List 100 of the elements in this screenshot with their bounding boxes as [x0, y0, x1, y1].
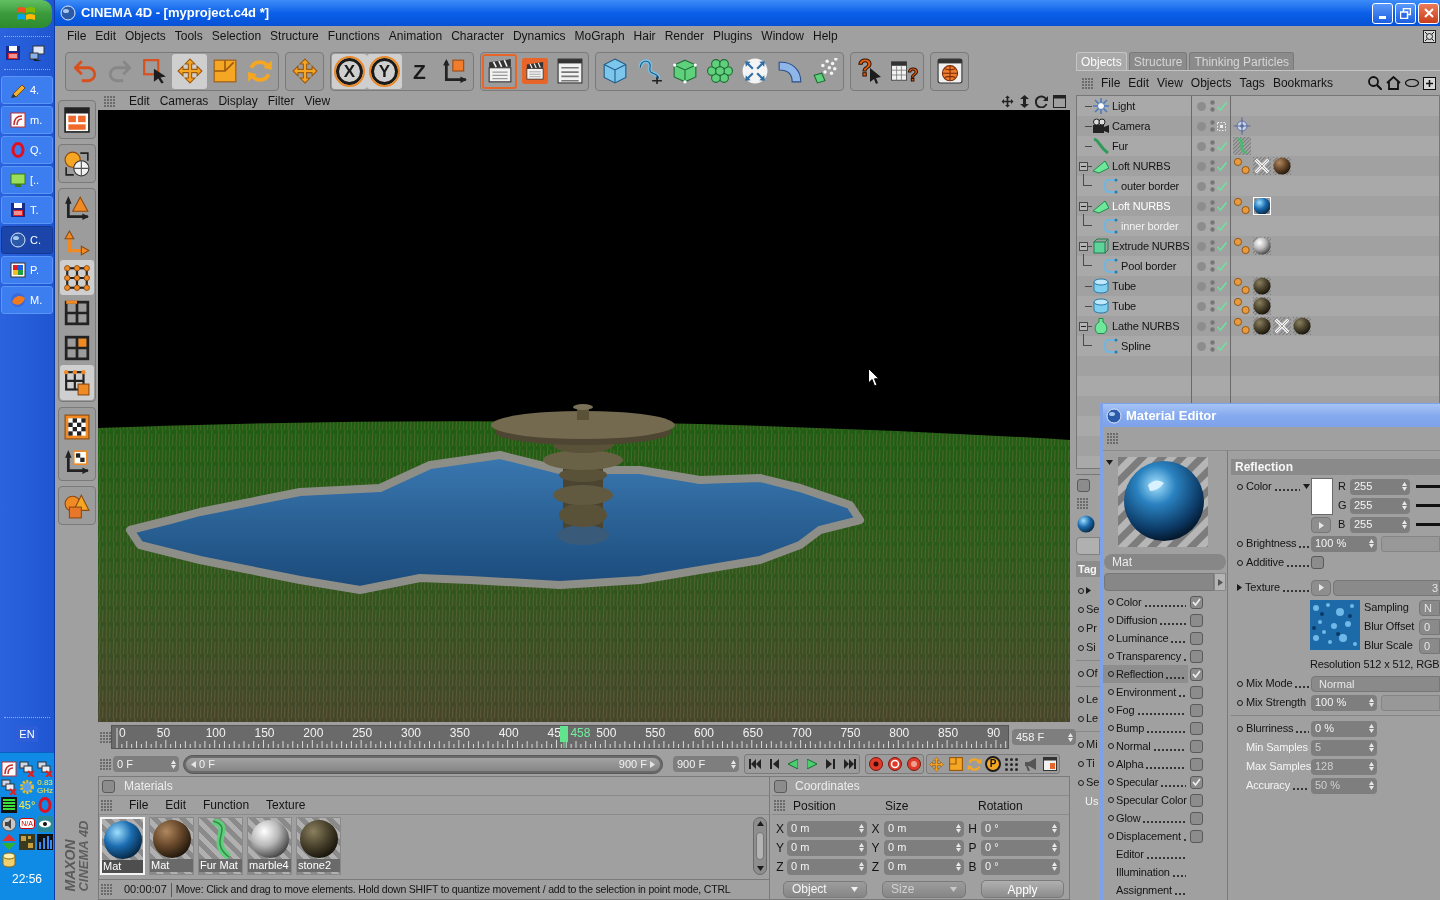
- checkbox[interactable]: [1190, 757, 1203, 771]
- sphere-tag-icon[interactable]: [1253, 197, 1271, 215]
- home-icon[interactable]: [1386, 76, 1401, 90]
- channel-item[interactable]: Illumination: [1103, 863, 1188, 881]
- bar-chart-icon[interactable]: [37, 833, 53, 850]
- point-key-button[interactable]: [1002, 755, 1021, 773]
- checkbox[interactable]: [1190, 811, 1203, 825]
- clock[interactable]: 22:56: [12, 870, 42, 888]
- end-frame-field[interactable]: 900 F: [673, 756, 739, 772]
- object-mode-button[interactable]: [59, 365, 94, 400]
- checkmark-icon[interactable]: [1217, 181, 1227, 191]
- menu-item[interactable]: Objects: [125, 27, 166, 45]
- collapse-icon[interactable]: [1079, 201, 1088, 211]
- taskbar-button[interactable]: P.: [1, 256, 53, 284]
- arrow-button[interactable]: [1311, 579, 1331, 596]
- coordinate-field[interactable]: 0 m: [884, 839, 964, 856]
- menu-item[interactable]: File: [67, 27, 87, 45]
- maximize-view-icon[interactable]: [1053, 94, 1066, 108]
- render-view-button[interactable]: [482, 53, 517, 89]
- coordinate-field[interactable]: 0 °: [981, 820, 1060, 837]
- object-name[interactable]: Loft NURBS: [1112, 157, 1171, 175]
- stacked-dots-icon[interactable]: [1210, 100, 1215, 112]
- channel-item[interactable]: Bump: [1103, 719, 1188, 737]
- object-name[interactable]: Pool border: [1121, 257, 1177, 275]
- checkbox[interactable]: [1190, 703, 1203, 717]
- object-name[interactable]: Spline: [1121, 337, 1151, 355]
- channel-item[interactable]: Transparency: [1103, 647, 1188, 665]
- axis-lock-button[interactable]: X: [332, 53, 367, 89]
- menu-item[interactable]: Cameras: [159, 92, 209, 110]
- stacked-dots-icon[interactable]: [1210, 320, 1215, 332]
- grip-icon[interactable]: [1082, 77, 1093, 89]
- menu-item[interactable]: Functions: [327, 27, 380, 45]
- material-swatch[interactable]: stone2: [296, 817, 341, 875]
- curve-tag-icon[interactable]: [1233, 137, 1251, 155]
- taskbar-button[interactable]: T.: [1, 196, 53, 224]
- input-field[interactable]: [1104, 573, 1214, 591]
- coordinate-field[interactable]: 0 °: [981, 858, 1060, 875]
- move-tool-button[interactable]: [172, 53, 207, 89]
- menu-item[interactable]: Dynamics: [512, 27, 566, 45]
- collapse-icon[interactable]: [1079, 241, 1088, 251]
- sphere-tag-icon[interactable]: [1253, 277, 1271, 295]
- grip-icon[interactable]: [101, 884, 112, 895]
- checkbox[interactable]: [102, 779, 115, 793]
- arrow-button[interactable]: [1214, 573, 1226, 591]
- fountain-scene-drawing[interactable]: [98, 110, 1070, 722]
- collapse-icon[interactable]: [1079, 321, 1088, 331]
- current-frame-field[interactable]: 458 F: [1012, 729, 1076, 745]
- collapse-icon[interactable]: [1079, 161, 1088, 171]
- menu-item[interactable]: Plugins: [713, 27, 753, 45]
- menu-item[interactable]: Objects: [1190, 74, 1232, 92]
- coordinate-field[interactable]: 0 m: [884, 858, 964, 875]
- color-value-field[interactable]: 255: [1350, 497, 1410, 514]
- checkbox[interactable]: [1311, 556, 1324, 569]
- menu-item[interactable]: Bookmarks: [1272, 74, 1333, 92]
- channel-item[interactable]: Specular: [1103, 773, 1188, 791]
- grip-icon[interactable]: [1077, 498, 1088, 509]
- rotate-view-icon[interactable]: [1035, 94, 1048, 108]
- stacked-dots-icon[interactable]: [1210, 280, 1215, 292]
- slider-track[interactable]: [1416, 504, 1440, 507]
- cross-tag-icon[interactable]: [1253, 157, 1271, 175]
- stacked-dots-icon[interactable]: [1210, 200, 1215, 212]
- restore-button[interactable]: [1395, 2, 1416, 24]
- menu-item[interactable]: File: [1101, 74, 1121, 92]
- material-swatch[interactable]: marble4: [247, 817, 292, 875]
- menu-item[interactable]: Texture: [266, 796, 306, 814]
- grip-icon[interactable]: [100, 758, 111, 770]
- axis-lock-button[interactable]: Y: [367, 53, 402, 89]
- language-indicator[interactable]: EN: [16, 725, 38, 742]
- checkbox[interactable]: [1190, 829, 1203, 843]
- parameter-key-button[interactable]: P: [985, 756, 1001, 772]
- menu-item[interactable]: Tools: [174, 27, 203, 45]
- channel-item[interactable]: Luminance: [1103, 629, 1188, 647]
- object-name[interactable]: Fur: [1112, 137, 1129, 155]
- taskbar-button[interactable]: [..: [1, 166, 53, 194]
- menu-item[interactable]: Edit: [129, 92, 150, 110]
- axis-lock-button[interactable]: Z: [402, 53, 437, 89]
- number-field[interactable]: 100 %: [1311, 535, 1377, 552]
- channel-item[interactable]: Displacement: [1103, 827, 1188, 845]
- channel-item[interactable]: Editor: [1103, 845, 1188, 863]
- stacked-dots-icon[interactable]: [1210, 160, 1215, 172]
- cross-tag-icon[interactable]: [1273, 317, 1291, 335]
- taskbar-button[interactable]: Q.: [1, 136, 53, 164]
- channel-item[interactable]: Diffusion: [1103, 611, 1188, 629]
- speaker-icon[interactable]: [1, 815, 17, 832]
- cylinder-icon[interactable]: [1, 851, 17, 868]
- number-field[interactable]: 100 %: [1311, 694, 1377, 711]
- menu-item[interactable]: Character: [451, 27, 504, 45]
- object-name[interactable]: Extrude NURBS: [1112, 237, 1190, 255]
- arrow-button[interactable]: [1311, 517, 1331, 533]
- slider-track[interactable]: [1381, 694, 1440, 711]
- object-name[interactable]: Tube: [1112, 277, 1137, 295]
- checkmark-icon[interactable]: [1217, 221, 1227, 231]
- record-button[interactable]: [866, 755, 885, 773]
- checkbox[interactable]: [1190, 613, 1203, 627]
- checkbox[interactable]: [1190, 721, 1203, 735]
- stacked-dots-icon[interactable]: [1210, 260, 1215, 272]
- color-value-field[interactable]: 255: [1350, 478, 1410, 495]
- layout-switch-icon[interactable]: [1423, 29, 1436, 43]
- coordinate-field[interactable]: 0 m: [884, 820, 964, 837]
- scrollbar[interactable]: [753, 817, 767, 875]
